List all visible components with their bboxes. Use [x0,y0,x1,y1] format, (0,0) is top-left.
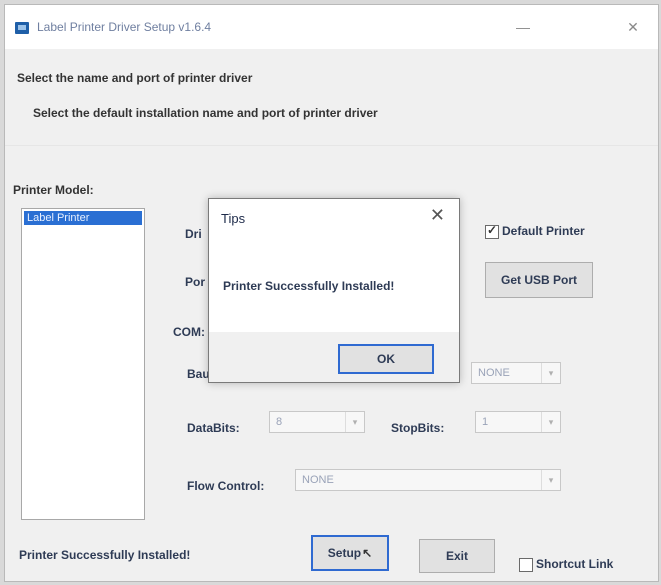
close-window-button[interactable]: ✕ [615,14,651,40]
databits-value: 8 [276,416,283,428]
window-title: Label Printer Driver Setup v1.6.4 [37,20,212,34]
printer-model-label: Printer Model: [13,183,94,197]
flow-control-label: Flow Control: [187,479,265,493]
default-printer-checkbox[interactable]: ✓ Default Printer [485,222,585,239]
get-usb-port-button[interactable]: Get USB Port [485,262,593,298]
shortcut-link-label: Shortcut Link [536,557,614,571]
setup-button[interactable]: Setup↖ [311,535,389,571]
chevron-down-icon: ▾ [541,470,560,490]
ok-button[interactable]: OK [338,344,434,374]
checkbox-box[interactable] [519,557,533,572]
list-item-label-printer[interactable]: Label Printer [24,211,142,225]
com-label: COM: [173,325,205,339]
driver-label: Dri [185,227,202,241]
check-icon: ✓ [487,222,498,237]
title-bar: Label Printer Driver Setup v1.6.4 — ✕ [5,5,658,49]
default-printer-label: Default Printer [502,224,585,238]
exit-button[interactable]: Exit [419,539,495,573]
databits-label: DataBits: [187,421,240,435]
flow-control-value: NONE [302,474,334,486]
setup-label: Setup [327,546,362,560]
dialog-message: Printer Successfully Installed! [223,279,395,293]
parity-value: NONE [478,367,510,379]
header-divider [5,145,658,146]
baud-label: Bau [187,367,210,381]
parity-select[interactable]: NONE ▾ [471,362,561,384]
close-icon[interactable]: ✕ [430,205,445,226]
chevron-down-icon: ▾ [345,412,364,432]
shortcut-link-checkbox[interactable]: Shortcut Link [519,557,613,572]
section-title: Select the name and port of printer driv… [17,71,253,85]
dialog-title: Tips [221,211,246,226]
stopbits-select[interactable]: 1 ▾ [475,411,561,433]
stopbits-value: 1 [482,416,489,428]
printer-app-icon [15,22,29,34]
chevron-down-icon: ▾ [541,412,560,432]
stopbits-label: StopBits: [391,421,445,435]
databits-select[interactable]: 8 ▾ [269,411,365,433]
flow-control-select[interactable]: NONE ▾ [295,469,561,491]
tips-dialog: Tips ✕ Printer Successfully Installed! O… [208,198,460,383]
cursor-icon: ↖ [362,546,373,560]
checkbox-box[interactable]: ✓ [485,222,499,239]
section-description: Select the default installation name and… [33,106,378,120]
port-label: Por [185,275,206,289]
chevron-down-icon: ▾ [541,363,560,383]
printer-model-list[interactable]: Label Printer [21,208,145,520]
status-text: Printer Successfully Installed! [19,548,191,562]
minimize-button[interactable]: — [505,14,541,40]
